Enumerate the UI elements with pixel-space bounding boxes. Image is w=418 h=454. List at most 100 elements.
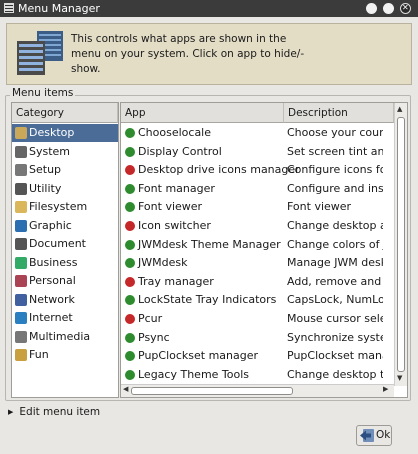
app-description: Change colors of JWM bbox=[287, 237, 383, 251]
app-row[interactable]: Legacy Theme Tools Change desktop them bbox=[121, 366, 383, 384]
category-item[interactable]: Filesystem bbox=[12, 198, 118, 216]
fun-icon bbox=[15, 349, 27, 361]
category-label: Fun bbox=[29, 348, 49, 361]
utility-gear-icon bbox=[15, 182, 27, 195]
app-row[interactable]: Chooselocale Choose your country l bbox=[121, 124, 383, 142]
app-row[interactable]: PupClockset manager PupClockset manager bbox=[121, 347, 383, 365]
minimize-button[interactable] bbox=[366, 3, 377, 14]
ok-button-label: Ok bbox=[376, 429, 391, 441]
app-column-header[interactable]: App bbox=[121, 103, 284, 123]
graphic-icon bbox=[15, 219, 27, 232]
app-description: Change desktop them bbox=[287, 367, 383, 381]
shown-status-icon bbox=[125, 369, 135, 380]
app-name: Icon switcher bbox=[138, 219, 211, 232]
vertical-scrollbar[interactable]: ▲ ▼ bbox=[394, 103, 407, 386]
info-banner: This controls what apps are shown in the… bbox=[6, 23, 412, 85]
app-name: Tray manager bbox=[138, 274, 214, 288]
app-description: Manage JWM desktop bbox=[287, 256, 383, 270]
hidden-status-icon bbox=[125, 221, 135, 231]
app-description: PupClockset manager bbox=[287, 349, 383, 363]
edit-menu-item-expander[interactable]: ▶ Edit menu item bbox=[8, 406, 100, 418]
category-label: Filesystem bbox=[29, 200, 88, 213]
app-icon bbox=[4, 3, 14, 13]
banner-text: This controls what apps are shown in the… bbox=[71, 33, 305, 75]
folder-icon bbox=[15, 201, 27, 213]
category-item[interactable]: Internet bbox=[12, 309, 118, 327]
category-item[interactable]: Fun bbox=[12, 346, 118, 364]
app-row[interactable]: LockState Tray Indicators CapsLock, NumLo… bbox=[121, 291, 383, 309]
app-description: Configure and install f bbox=[287, 181, 383, 195]
app-name: Psync bbox=[138, 330, 170, 344]
category-label: Document bbox=[29, 237, 86, 250]
app-row[interactable]: Display Control Set screen tint and bri bbox=[121, 143, 383, 161]
shown-status-icon bbox=[125, 183, 135, 194]
category-item[interactable]: Multimedia bbox=[12, 328, 118, 346]
app-description: Change desktop and m bbox=[287, 219, 383, 232]
app-row[interactable]: Font manager Configure and install f bbox=[121, 180, 383, 198]
app-description: CapsLock, NumLock, S bbox=[287, 293, 383, 307]
category-label: Graphic bbox=[29, 218, 72, 232]
category-label: System bbox=[29, 144, 71, 158]
category-item[interactable]: Business bbox=[12, 254, 118, 272]
category-item[interactable]: Graphic bbox=[12, 217, 118, 235]
app-row[interactable]: Desktop drive icons manager Configure ico… bbox=[121, 161, 383, 179]
category-label: Personal bbox=[29, 274, 76, 287]
category-label: Setup bbox=[29, 163, 62, 176]
expander-arrow-icon: ▶ bbox=[8, 408, 14, 416]
menu-manager-logo-icon bbox=[17, 31, 63, 75]
maximize-button[interactable] bbox=[383, 3, 394, 14]
app-description: Add, remove and edit bbox=[287, 274, 383, 288]
category-label: Multimedia bbox=[29, 329, 91, 343]
category-list[interactable]: Category Desktop System Setup Utility Filesy… bbox=[11, 102, 119, 398]
app-row[interactable]: Psync Synchronize system t bbox=[121, 329, 383, 347]
ok-button[interactable]: Ok bbox=[356, 425, 392, 446]
scroll-up-arrow-icon[interactable]: ▲ bbox=[397, 105, 402, 113]
document-icon bbox=[15, 238, 27, 250]
app-row[interactable]: JWMdesk Theme Manager Change colors of JW… bbox=[121, 236, 383, 254]
app-description: Choose your country l bbox=[287, 126, 383, 139]
description-column-header[interactable]: Description bbox=[284, 103, 394, 123]
vertical-scroll-thumb[interactable] bbox=[397, 117, 405, 372]
category-item[interactable]: System bbox=[12, 143, 118, 161]
ok-arrow-icon bbox=[360, 429, 374, 442]
horizontal-scroll-thumb[interactable] bbox=[131, 387, 293, 395]
setup-tools-icon bbox=[15, 164, 27, 176]
app-name: Chooselocale bbox=[138, 126, 212, 139]
window-title: Menu Manager bbox=[18, 2, 100, 15]
app-name: Font viewer bbox=[138, 200, 203, 214]
category-item[interactable]: Network bbox=[12, 291, 118, 309]
app-description: Font viewer bbox=[287, 200, 352, 214]
hidden-status-icon bbox=[125, 165, 135, 176]
app-list[interactable]: App Description Chooselocale Choose your … bbox=[120, 102, 408, 398]
category-item[interactable]: Personal bbox=[12, 272, 118, 290]
app-row[interactable]: Pcur Mouse cursor selector bbox=[121, 310, 383, 328]
shown-status-icon bbox=[125, 202, 135, 213]
category-column-header[interactable]: Category bbox=[12, 103, 118, 123]
app-row[interactable]: JWMdesk Manage JWM desktop bbox=[121, 254, 383, 272]
scroll-left-arrow-icon[interactable]: ◀ bbox=[123, 385, 128, 393]
menu-items-label: Menu items bbox=[10, 87, 76, 99]
close-button[interactable] bbox=[400, 3, 411, 14]
app-name: JWMdesk Theme Manager bbox=[138, 237, 281, 251]
app-row[interactable]: Tray manager Add, remove and edit bbox=[121, 273, 383, 291]
app-description: Synchronize system t bbox=[287, 330, 383, 344]
category-item[interactable]: Desktop bbox=[12, 124, 118, 142]
shown-status-icon bbox=[125, 239, 135, 250]
business-icon bbox=[15, 256, 27, 269]
horizontal-scrollbar[interactable]: ◀ ▶ bbox=[121, 384, 394, 397]
category-item[interactable]: Setup bbox=[12, 161, 118, 179]
category-item[interactable]: Utility bbox=[12, 180, 118, 198]
app-name: Font manager bbox=[138, 181, 215, 195]
app-description: Set screen tint and bri bbox=[287, 144, 383, 158]
app-row[interactable]: Icon switcher Change desktop and m bbox=[121, 217, 383, 235]
hidden-status-icon bbox=[125, 314, 135, 324]
title-bar[interactable]: Menu Manager bbox=[0, 0, 418, 17]
app-row[interactable]: Font viewer Font viewer bbox=[121, 198, 383, 216]
scroll-right-arrow-icon[interactable]: ▶ bbox=[383, 385, 388, 393]
shown-status-icon bbox=[125, 351, 135, 362]
hidden-status-icon bbox=[125, 276, 135, 287]
category-item[interactable]: Document bbox=[12, 235, 118, 253]
app-description: Mouse cursor selector bbox=[287, 312, 383, 325]
scroll-down-arrow-icon[interactable]: ▼ bbox=[397, 374, 402, 382]
shown-status-icon bbox=[125, 295, 135, 306]
